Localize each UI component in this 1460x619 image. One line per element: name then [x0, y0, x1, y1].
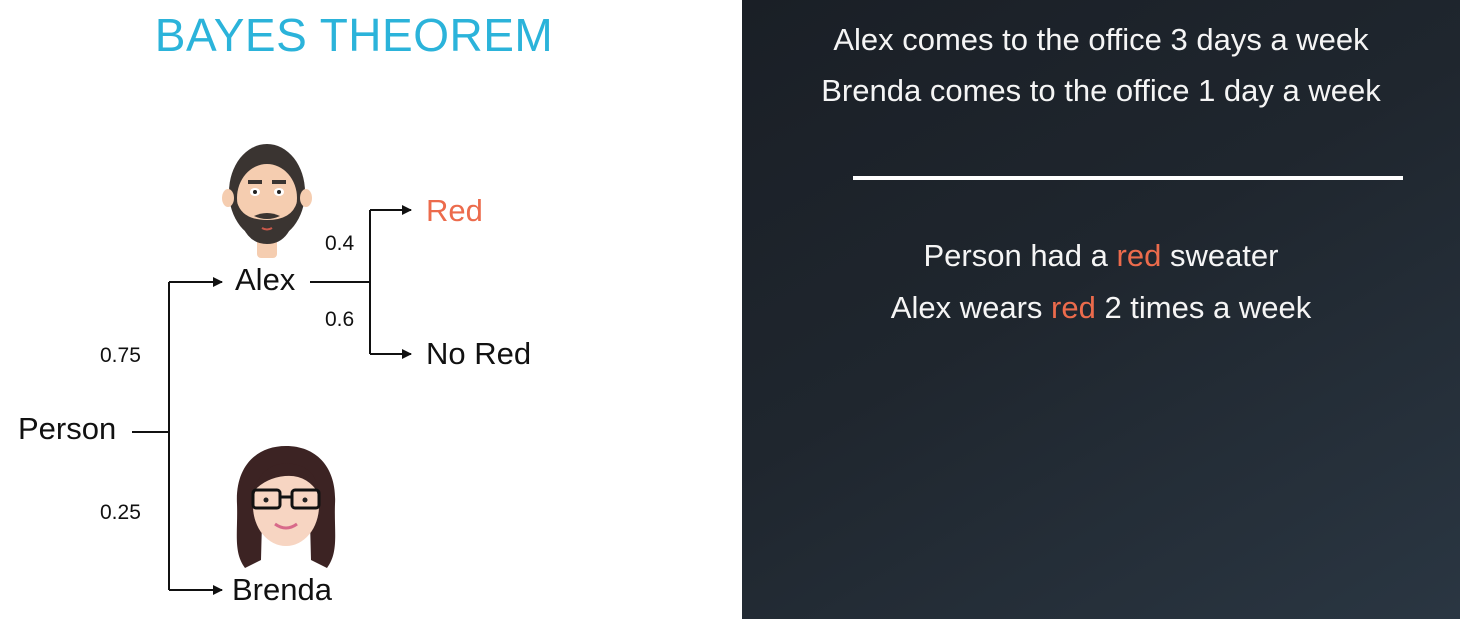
node-alex: Alex: [235, 262, 296, 297]
fact-brenda: Brenda comes to the office 1 day a week: [821, 73, 1381, 108]
obs1-suffix: sweater: [1161, 238, 1279, 273]
obs2-suffix: 2 times a week: [1095, 290, 1312, 325]
prob-red: 0.4: [325, 232, 355, 255]
obs2-prefix: Alex wears: [890, 290, 1052, 325]
diagram-panel: BAYES THEOREM Person Alex Brenda Red No …: [0, 0, 742, 619]
obs2-red-word: red: [1051, 290, 1096, 325]
alex-avatar: [222, 144, 312, 258]
info-panel: Alex comes to the office 3 days a week B…: [742, 0, 1460, 619]
divider: [853, 176, 1403, 180]
obs1-prefix: Person had a: [923, 238, 1117, 273]
node-red: Red: [426, 193, 483, 228]
node-no-red: No Red: [426, 336, 532, 371]
obs1-red-word: red: [1116, 238, 1162, 273]
probability-tree: [132, 144, 412, 595]
node-person: Person: [18, 411, 117, 446]
observation-sweater: Person had a red sweater: [742, 238, 1460, 274]
node-brenda: Brenda: [232, 572, 332, 607]
prob-alex: 0.75: [100, 344, 141, 367]
prob-brenda: 0.25: [100, 501, 141, 524]
prob-no-red: 0.6: [325, 308, 355, 331]
observation-alex-red: Alex wears red 2 times a week: [742, 290, 1460, 326]
fact-alex: Alex comes to the office 3 days a week: [833, 22, 1369, 57]
brenda-avatar: [236, 446, 336, 568]
